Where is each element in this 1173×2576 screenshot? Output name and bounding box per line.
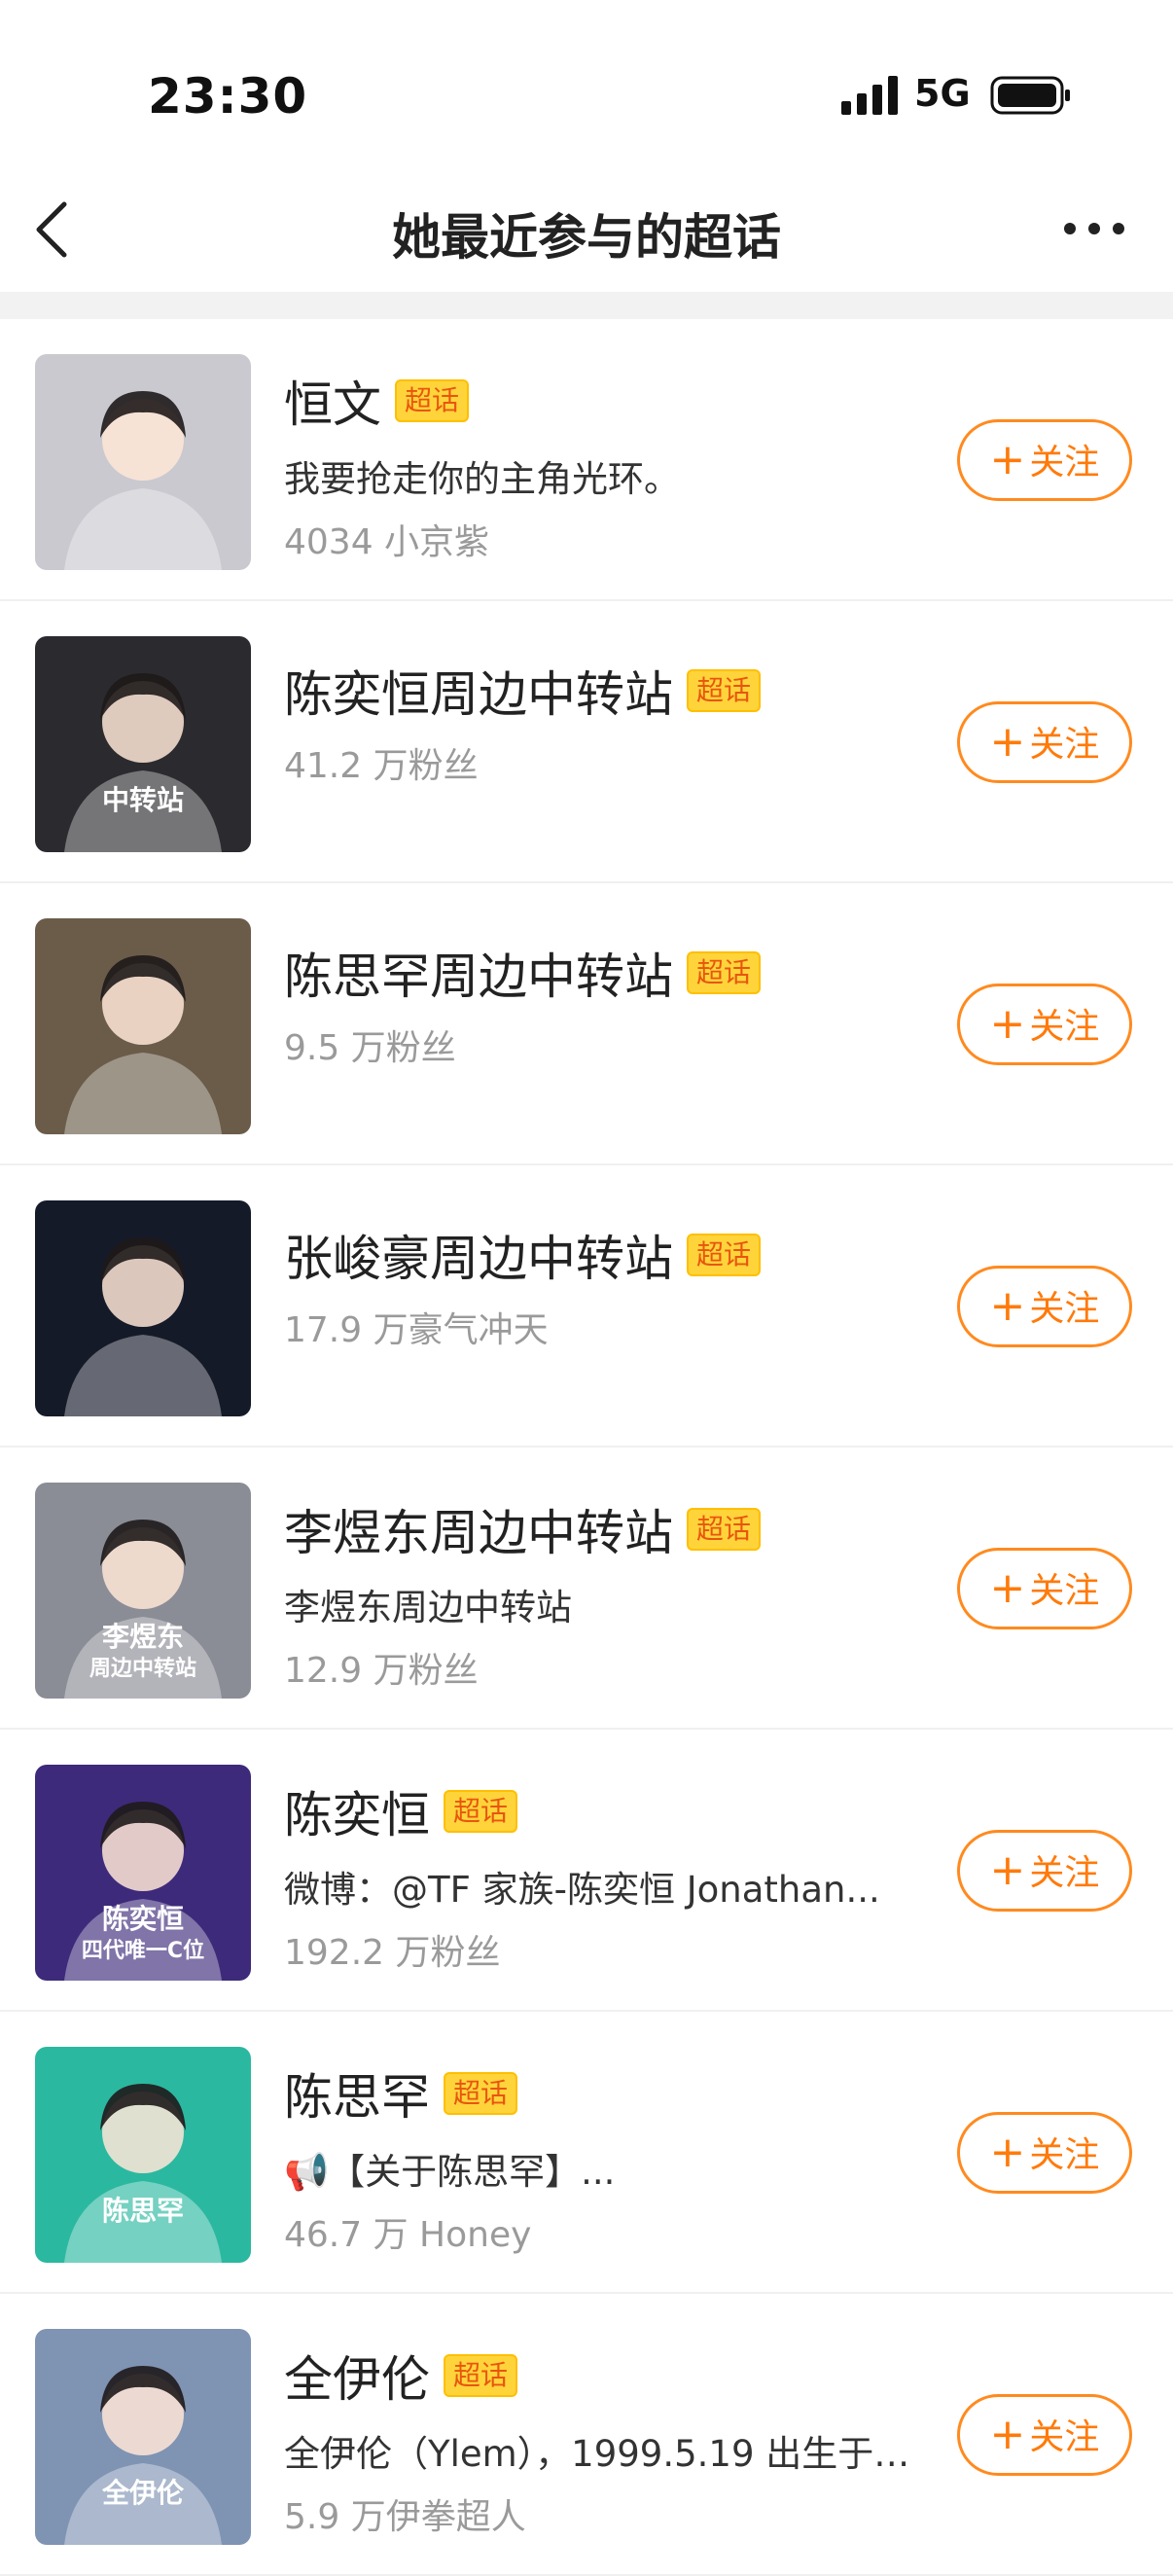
cellular-signal-icon (841, 76, 898, 115)
battery-icon (990, 76, 1070, 115)
topic-name: 陈奕恒周边中转站 (284, 666, 673, 723)
topic-row[interactable]: 陈思罕 陈思罕 超话 📢【关于陈思罕】... 46.7 万 Honey + 关注 (0, 2012, 1173, 2294)
topic-name: 全伊伦 (284, 2351, 430, 2408)
topic-description: 李煜东周边中转站 (284, 1587, 572, 1628)
super-topic-badge: 超话 (687, 1508, 762, 1551)
follow-label: 关注 (1029, 1571, 1100, 1611)
follow-label: 关注 (1029, 443, 1100, 483)
super-topic-badge: 超话 (444, 2072, 518, 2115)
topic-row[interactable]: 陈思罕周边中转站 超话 9.5 万粉丝 + 关注 (0, 883, 1173, 1165)
thumbnail-caption: 李煜东 (102, 1621, 184, 1653)
topic-row[interactable]: 恒文 超话我要抢走你的主角光环。 4034 小京紫 + 关注 (0, 319, 1173, 601)
follower-count: 17.9 万豪气冲天 (284, 1310, 549, 1350)
plus-icon: + (989, 999, 1026, 1049)
topic-name: 张峻豪周边中转站 (284, 1231, 673, 1287)
super-topic-badge: 超话 (687, 1234, 762, 1276)
follower-count: 12.9 万粉丝 (284, 1651, 479, 1691)
topic-info: 陈奕恒 超话微博：@TF 家族-陈奕恒 Jonathan... 192.2 万粉丝 (284, 1730, 926, 2012)
thumbnail-caption: 陈思罕 (102, 2195, 184, 2227)
page-title: 她最近参与的超话 (392, 209, 781, 266)
super-topic-badge: 超话 (395, 379, 470, 422)
plus-icon: + (989, 1563, 1026, 1613)
topic-name: 陈奕恒 (284, 1787, 430, 1843)
topic-info: 陈思罕周边中转站 超话 9.5 万粉丝 (284, 883, 926, 1165)
follower-count: 4034 小京紫 (284, 522, 490, 562)
follow-label: 关注 (1029, 1007, 1100, 1047)
topic-thumbnail: 陈奕恒四代唯一C位 (35, 1765, 251, 1981)
follow-button[interactable]: + 关注 (957, 1830, 1132, 1912)
status-bar: 23:30 5G (0, 0, 1173, 175)
topic-info: 张峻豪周边中转站 超话 17.9 万豪气冲天 (284, 1165, 926, 1448)
follow-button[interactable]: + 关注 (957, 2112, 1132, 2194)
topic-row[interactable]: 全伊伦 全伊伦 超话 全伊伦（Ylem），1999.5.19 出生于浙... 5.9 万… (0, 2294, 1173, 2576)
topic-description: 我要抢走你的主角光环。 (284, 458, 680, 500)
thumbnail-caption: 陈奕恒 (102, 1903, 184, 1935)
topic-thumbnail (35, 1200, 251, 1416)
follower-count: 46.7 万 Honey (284, 2215, 532, 2255)
plus-icon: + (989, 435, 1026, 484)
follow-button[interactable]: + 关注 (957, 2394, 1132, 2476)
topic-thumbnail: 中转站 (35, 636, 251, 852)
topic-thumbnail: 全伊伦 (35, 2329, 251, 2545)
super-topic-badge: 超话 (687, 669, 762, 712)
topic-info: 陈奕恒周边中转站 超话 41.2 万粉丝 (284, 601, 926, 883)
plus-icon: + (989, 1845, 1026, 1895)
follower-count: 5.9 万伊拳超人 (284, 2497, 526, 2537)
topic-thumbnail: 陈思罕 (35, 2047, 251, 2263)
status-time: 23:30 (148, 68, 308, 125)
network-type: 5G (914, 72, 971, 115)
follow-label: 关注 (1029, 2417, 1100, 2457)
topic-row[interactable]: 李煜东 周边中转站 李煜东周边中转站 超话 李煜东周边中转站 12.9 万粉丝 + 关注 (0, 1448, 1173, 1730)
follow-button[interactable]: + 关注 (957, 419, 1132, 501)
follow-button[interactable]: + 关注 (957, 1266, 1132, 1347)
plus-icon: + (989, 2410, 1026, 2459)
topic-name: 陈思罕周边中转站 (284, 948, 673, 1005)
plus-icon: + (989, 2128, 1026, 2177)
super-topic-list: 恒文 超话 我要抢走你的主角光环。 4034 小京紫 + 关注 中转站 陈奕恒周边中转站 超话 4… (0, 319, 1173, 2576)
follow-label: 关注 (1029, 2135, 1100, 2175)
follower-count: 41.2 万粉丝 (284, 746, 479, 786)
follow-button[interactable]: + 关注 (957, 1548, 1132, 1629)
thumbnail-caption: 四代唯一C位 (82, 1938, 204, 1963)
super-topic-badge: 超话 (687, 951, 762, 994)
follower-count: 192.2 万粉丝 (284, 1933, 501, 1973)
plus-icon: + (989, 1281, 1026, 1331)
topic-name: 恒文 (284, 376, 381, 433)
super-topic-badge: 超话 (444, 1790, 518, 1833)
topic-row[interactable]: 张峻豪周边中转站 超话 17.9 万豪气冲天 + 关注 (0, 1165, 1173, 1448)
follow-label: 关注 (1029, 725, 1100, 765)
thumbnail-caption: 周边中转站 (89, 1656, 196, 1681)
topic-thumbnail (35, 354, 251, 570)
topic-info: 陈思罕 超话 📢【关于陈思罕】... 46.7 万 Honey (284, 2012, 926, 2294)
topic-info: 全伊伦 超话全伊伦（Ylem），1999.5.19 出生于浙... 5.9 万伊拳超… (284, 2294, 926, 2576)
follow-button[interactable]: + 关注 (957, 984, 1132, 1065)
super-topic-badge: 超话 (444, 2354, 518, 2397)
follow-label: 关注 (1029, 1853, 1100, 1893)
thumbnail-caption: 全伊伦 (101, 2477, 185, 2509)
topic-description: 📢【关于陈思罕】... (284, 2151, 616, 2193)
follower-count: 9.5 万粉丝 (284, 1028, 456, 1068)
topic-info: 恒文 超话我要抢走你的主角光环。 4034 小京紫 (284, 319, 926, 601)
topic-name: 李煜东周边中转站 (284, 1505, 673, 1561)
topic-row[interactable]: 中转站 陈奕恒周边中转站 超话 41.2 万粉丝 + 关注 (0, 601, 1173, 883)
topic-info: 李煜东周边中转站 超话 李煜东周边中转站 12.9 万粉丝 (284, 1448, 926, 1730)
follow-label: 关注 (1029, 1289, 1100, 1329)
topic-row[interactable]: 陈奕恒 四代唯一C位 陈奕恒 超话 微博：@TF 家族-陈奕恒 Jonathan... 1… (0, 1730, 1173, 2012)
topic-name: 陈思罕 (284, 2069, 430, 2126)
plus-icon: + (989, 717, 1026, 767)
section-divider (0, 292, 1173, 319)
topic-thumbnail (35, 918, 251, 1134)
thumbnail-caption: 中转站 (102, 784, 184, 816)
more-options-icon[interactable] (1060, 214, 1128, 243)
topic-description: 全伊伦（Ylem），1999.5.19 出生于浙... (284, 2433, 926, 2475)
topic-thumbnail: 李煜东 周边中转站 (35, 1483, 251, 1699)
topic-description: 微博：@TF 家族-陈奕恒 Jonathan... (284, 1869, 880, 1911)
navigation-bar: 她最近参与的超话 (0, 175, 1173, 292)
follow-button[interactable]: + 关注 (957, 701, 1132, 783)
